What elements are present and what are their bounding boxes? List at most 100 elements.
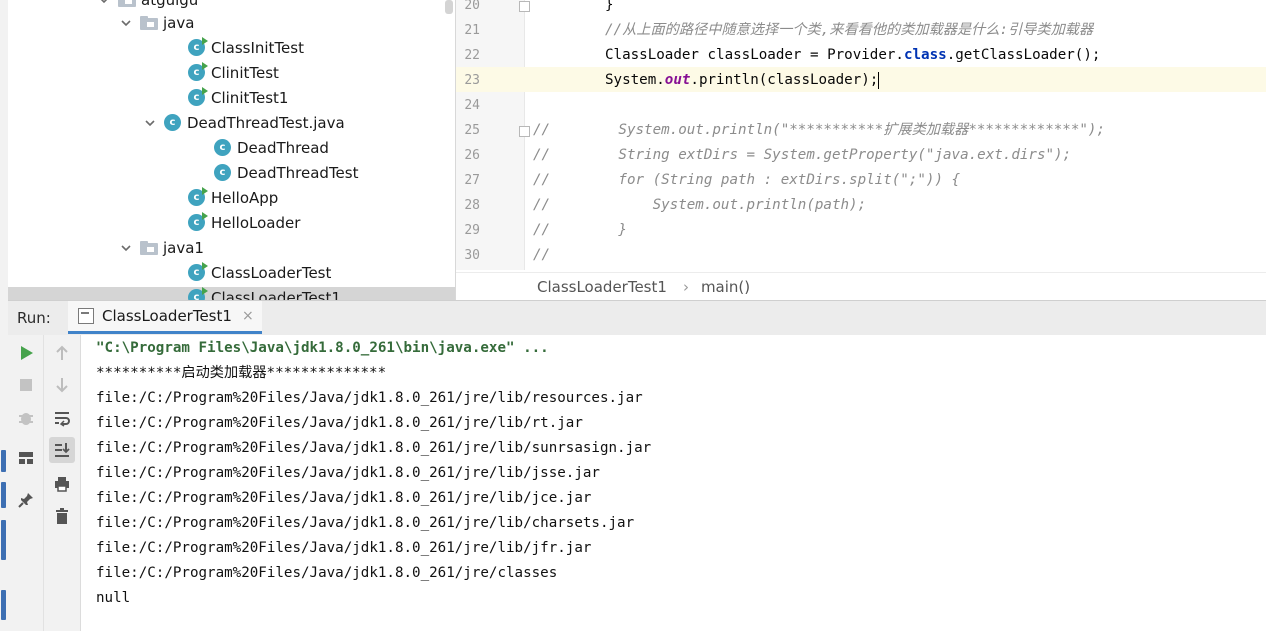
scroll-to-end-icon[interactable]	[49, 437, 75, 463]
tree-item[interactable]: c DeadThreadTest.java	[142, 110, 345, 135]
console-output-line: file:/C:/Program%20Files/Java/jdk1.8.0_2…	[96, 490, 592, 506]
tree-item-label: HelloApp	[211, 188, 279, 207]
runnable-marker-icon	[202, 187, 208, 195]
tree-scrollbar[interactable]	[445, 0, 453, 14]
code-line[interactable]: //	[533, 243, 550, 268]
code-line[interactable]: // System.out.println(path);	[533, 193, 866, 218]
console-output-line: file:/C:/Program%20Files/Java/jdk1.8.0_2…	[96, 540, 592, 556]
breadcrumb-method[interactable]: main()	[701, 278, 750, 296]
console-output-line: file:/C:/Program%20Files/Java/jdk1.8.0_2…	[96, 440, 652, 456]
tree-item[interactable]: java1	[118, 235, 204, 260]
code-line[interactable]: ClassLoader classLoader = Provider.class…	[605, 43, 1100, 68]
run-tab-label: ClassLoaderTest1	[102, 307, 232, 325]
code-line[interactable]: }	[605, 0, 614, 18]
tree-item-label: ClassLoaderTest	[211, 263, 332, 282]
class-icon: c	[188, 62, 208, 81]
editor-breadcrumb: ClassLoaderTest1 › main()	[456, 272, 1266, 300]
package-icon	[140, 15, 158, 30]
package-icon	[118, 0, 136, 7]
fold-marker-icon[interactable]	[519, 126, 530, 137]
breadcrumb-separator: ›	[682, 277, 689, 296]
code-token: }	[605, 0, 614, 13]
code-token: //	[533, 247, 551, 263]
tree-item[interactable]: c DeadThreadTest	[214, 160, 358, 185]
run-console[interactable]: "C:\Program Files\Java\jdk1.8.0_261\bin\…	[81, 335, 1266, 631]
tree-item-label: ClassInitTest	[211, 38, 304, 57]
code-line[interactable]: // }	[533, 218, 627, 243]
tree-item[interactable]: c ClassLoaderTest1	[188, 285, 341, 300]
code-line[interactable]: // String extDirs = System.getProperty("…	[533, 143, 1071, 168]
line-number: 24	[464, 98, 480, 113]
console-output-line: file:/C:/Program%20Files/Java/jdk1.8.0_2…	[96, 465, 600, 481]
tree-item[interactable]: java	[118, 10, 194, 35]
console-command-line: "C:\Program Files\Java\jdk1.8.0_261\bin\…	[96, 340, 549, 356]
run-config-icon	[78, 308, 94, 324]
code-line[interactable]: //从上面的路径中随意选择一个类,来看看他的类加载器是什么:引导类加载器	[605, 18, 1093, 43]
package-icon	[140, 240, 158, 255]
chevron-down-icon[interactable]	[142, 115, 158, 131]
code-token: //从上面的路径中随意选择一个类,来看看他的类加载器是什么:引导类加载器	[605, 22, 1094, 38]
runnable-marker-icon	[202, 262, 208, 270]
favorites-marker[interactable]	[1, 482, 6, 508]
layout-icon[interactable]	[13, 445, 39, 471]
tree-item[interactable]: c ClinitTest	[188, 60, 279, 85]
console-output-line: file:/C:/Program%20Files/Java/jdk1.8.0_2…	[96, 515, 635, 531]
tree-item-label: ClinitTest	[211, 63, 279, 82]
tree-item-label: atguigu	[141, 0, 198, 9]
down-arrow-icon[interactable]	[49, 372, 75, 398]
tree-item[interactable]: c ClassLoaderTest	[188, 260, 331, 285]
debug-icon[interactable]	[13, 405, 39, 431]
console-output-line: file:/C:/Program%20Files/Java/jdk1.8.0_2…	[96, 565, 558, 581]
stop-icon[interactable]	[13, 372, 39, 398]
code-line[interactable]: System.out.println(classLoader);	[605, 68, 880, 93]
code-token: class	[903, 47, 947, 63]
class-icon: c	[214, 139, 231, 156]
trash-icon[interactable]	[49, 503, 75, 529]
runnable-marker-icon	[202, 37, 208, 45]
structure-marker[interactable]	[1, 450, 6, 472]
line-number: 30	[464, 248, 480, 263]
code-token: // System.out.println("***********扩展类加载器…	[533, 122, 1105, 138]
tree-item[interactable]: c DeadThread	[214, 135, 329, 160]
rerun-icon[interactable]	[13, 340, 39, 366]
code-line[interactable]: // for (String path : extDirs.split(";")…	[533, 168, 960, 193]
run-tab[interactable]: ClassLoaderTest1 ×	[68, 301, 262, 334]
console-output-line: null	[96, 590, 131, 606]
class-icon: c	[188, 287, 208, 300]
tree-item-label: DeadThreadTest	[237, 163, 359, 182]
line-number: 28	[464, 198, 480, 213]
class-icon: c	[188, 212, 208, 231]
tree-item-label: DeadThread	[237, 138, 329, 157]
runnable-marker-icon	[202, 87, 208, 95]
chevron-down-icon[interactable]	[96, 0, 112, 8]
print-icon[interactable]	[49, 471, 75, 497]
code-token: System.	[605, 72, 665, 88]
tree-item-label: java	[163, 13, 195, 32]
run-toolbar-secondary	[44, 335, 81, 631]
text-caret	[878, 71, 880, 89]
line-number: 22	[464, 48, 480, 63]
tree-item-label: HelloLoader	[211, 213, 301, 232]
tree-item[interactable]: c ClinitTest1	[188, 85, 288, 110]
run-toolbar-primary	[8, 335, 44, 631]
tree-item[interactable]: c HelloApp	[188, 185, 278, 210]
up-arrow-icon[interactable]	[49, 340, 75, 366]
web-marker[interactable]	[1, 590, 6, 620]
bookmark-marker[interactable]	[1, 520, 6, 560]
runnable-marker-icon	[202, 62, 208, 70]
run-panel-header: Run: ClassLoaderTest1 ×	[8, 300, 1266, 336]
code-line[interactable]: // System.out.println("***********扩展类加载器…	[533, 118, 1105, 143]
class-icon: c	[164, 114, 181, 131]
fold-marker-icon[interactable]	[519, 1, 530, 12]
tree-item[interactable]: c ClassInitTest	[188, 35, 304, 60]
chevron-down-icon[interactable]	[118, 240, 134, 256]
class-icon: c	[188, 87, 208, 106]
chevron-down-icon[interactable]	[118, 15, 134, 31]
close-icon[interactable]: ×	[242, 308, 254, 324]
breadcrumb-class[interactable]: ClassLoaderTest1	[537, 278, 667, 296]
soft-wrap-icon[interactable]	[49, 405, 75, 431]
pin-icon[interactable]	[13, 487, 39, 513]
tree-item[interactable]: c HelloLoader	[188, 210, 300, 235]
tree-item-label: DeadThreadTest.java	[187, 113, 345, 132]
code-token: // }	[533, 222, 627, 238]
